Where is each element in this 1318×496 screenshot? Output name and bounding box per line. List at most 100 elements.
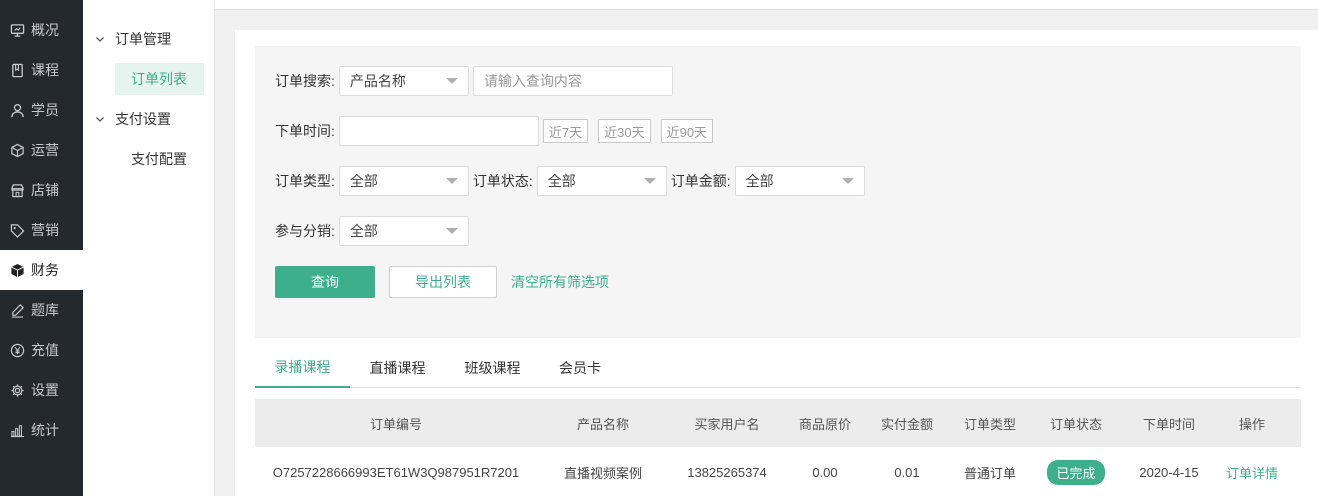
nav-item-student[interactable]: 学员: [0, 90, 83, 130]
quick-range-label: 近30天: [604, 124, 645, 140]
box-icon: [9, 262, 25, 278]
submenu-item-order-list[interactable]: 订单列表: [115, 63, 204, 95]
order-type-select[interactable]: 全部: [338, 166, 469, 196]
submenu-item-label: 订单列表: [131, 71, 187, 87]
monitor-icon: [9, 22, 25, 38]
nav-item-statistics[interactable]: 统计: [0, 410, 83, 450]
column-header: 下单时间: [1142, 416, 1195, 432]
search-input[interactable]: 请输入查询内容: [472, 66, 673, 96]
action-row: 查询 导出列表 清空所有筛选项: [275, 266, 609, 298]
nav-item-label: 题库: [31, 302, 59, 318]
select-value: 全部: [349, 223, 378, 239]
user-icon: [9, 102, 25, 118]
caret-down-icon: [445, 178, 458, 184]
nav-item-label: 营销: [31, 222, 59, 238]
select-value: 产品名称: [349, 73, 406, 89]
main-nav: 概况 课程 学员 运营 店铺 营销 财务 题库 充值 设置 统计: [0, 0, 83, 496]
submenu-group-order-management[interactable]: 订单管理: [83, 19, 214, 59]
submenu-item-label: 支付配置: [131, 151, 187, 167]
tab-live-course[interactable]: 直播课程: [350, 348, 445, 388]
order-status-cell: 已完成: [1031, 459, 1121, 485]
caret-down-icon: [445, 78, 458, 84]
nav-item-store[interactable]: 店铺: [0, 170, 83, 210]
nav-item-label: 充值: [31, 342, 59, 358]
nav-item-question-bank[interactable]: 题库: [0, 290, 83, 330]
buyer-cell: 13825265374: [687, 464, 767, 480]
filter-panel: 订单搜索: 产品名称 请输入查询内容 下单时间: 近7天 近30天 近90天 订…: [255, 46, 1301, 338]
nav-item-label: 学员: [31, 102, 59, 118]
nav-item-settings[interactable]: 设置: [0, 370, 83, 410]
nav-item-label: 运营: [31, 142, 59, 158]
tag-icon: [9, 222, 25, 238]
order-amount-select[interactable]: 全部: [734, 166, 865, 196]
store-icon: [9, 182, 25, 198]
search-field-select[interactable]: 产品名称: [338, 66, 469, 96]
table-header: 订单编号 产品名称 买家用户名 商品原价 实付金额 订单类型 订单状态 下单时间…: [255, 399, 1301, 447]
column-header: 买家用户名: [694, 416, 760, 432]
pen-icon: [9, 302, 25, 318]
quick-range-label: 近7天: [548, 124, 583, 140]
order-detail-link[interactable]: 订单详情: [1226, 466, 1278, 481]
tab-recorded-course[interactable]: 录播课程: [255, 348, 350, 388]
book-icon: [9, 62, 25, 78]
table-row: O7257228666993ET61W3Q987951R7201 直播视频案例 …: [255, 447, 1301, 496]
order-status-select[interactable]: 全部: [536, 166, 667, 196]
select-value: 全部: [745, 173, 774, 189]
column-header: 订单状态: [1049, 416, 1102, 432]
chevron-down-icon: [95, 34, 105, 44]
submenu-group-payment-settings[interactable]: 支付设置: [83, 99, 214, 139]
submenu-item-payment-config[interactable]: 支付配置: [115, 143, 204, 175]
nav-item-course[interactable]: 课程: [0, 50, 83, 90]
search-label: 订单搜索:: [275, 73, 335, 89]
tab-class-course[interactable]: 班级课程: [445, 348, 540, 388]
secondary-menu: 订单管理 订单列表 支付设置 支付配置: [83, 0, 215, 496]
order-amount-label: 订单金额:: [670, 173, 731, 189]
top-bar: [215, 0, 1318, 10]
nav-item-label: 概况: [31, 22, 59, 38]
submenu-group-label: 订单管理: [115, 31, 171, 47]
tab-membership-card[interactable]: 会员卡: [540, 348, 620, 388]
paid-amount-cell: 0.01: [894, 464, 920, 480]
query-button[interactable]: 查询: [275, 266, 375, 298]
product-name-cell: 直播视频案例: [563, 465, 642, 481]
time-row: 下单时间: 近7天 近30天 近90天: [275, 116, 714, 146]
action-cell: 订单详情: [1217, 463, 1287, 482]
export-list-button[interactable]: 导出列表: [389, 266, 497, 298]
column-header: 实付金额: [880, 416, 933, 432]
quick-range-7-days[interactable]: 近7天: [542, 119, 589, 143]
order-time-cell: 2020-4-15: [1139, 464, 1199, 480]
nav-item-overview[interactable]: 概况: [0, 10, 83, 50]
chevron-down-icon: [95, 114, 105, 124]
course-tabs: 录播课程 直播课程 班级课程 会员卡: [255, 348, 1301, 388]
nav-item-operation[interactable]: 运营: [0, 130, 83, 170]
clear-filters-link[interactable]: 清空所有筛选项: [511, 272, 609, 292]
nav-item-label: 课程: [31, 62, 59, 78]
date-range-input[interactable]: [338, 116, 539, 146]
caret-down-icon: [841, 178, 854, 184]
search-row: 订单搜索: 产品名称 请输入查询内容: [275, 66, 673, 96]
type-row: 订单类型: 全部 订单状态: 全部 订单金额: 全部: [275, 166, 865, 196]
quick-range-90-days[interactable]: 近90天: [660, 119, 714, 143]
order-type-label: 订单类型:: [275, 173, 335, 189]
nav-item-marketing[interactable]: 营销: [0, 210, 83, 250]
status-badge: 已完成: [1047, 459, 1105, 485]
bar-chart-icon: [9, 422, 25, 438]
quick-range-30-days[interactable]: 近30天: [598, 119, 651, 143]
column-header: 订单编号: [369, 416, 422, 432]
gear-icon: [9, 382, 25, 398]
order-number-cell: O7257228666993ET61W3Q987951R7201: [272, 464, 520, 480]
order-type-cell: 普通订单: [963, 465, 1016, 481]
caret-down-icon: [643, 178, 656, 184]
nav-item-label: 店铺: [31, 182, 59, 198]
time-label: 下单时间:: [275, 123, 335, 139]
column-header: 操作: [1238, 416, 1265, 432]
main-panel: 订单搜索: 产品名称 请输入查询内容 下单时间: 近7天 近30天 近90天 订…: [235, 30, 1318, 496]
nav-item-recharge[interactable]: 充值: [0, 330, 83, 370]
distribution-select[interactable]: 全部: [338, 216, 469, 246]
distribution-row: 参与分销: 全部: [275, 216, 469, 246]
nav-item-label: 财务: [31, 262, 59, 278]
column-header: 订单类型: [963, 416, 1016, 432]
order-status-label: 订单状态:: [472, 173, 533, 189]
submenu-group-label: 支付设置: [115, 111, 171, 127]
nav-item-finance[interactable]: 财务: [0, 250, 83, 290]
